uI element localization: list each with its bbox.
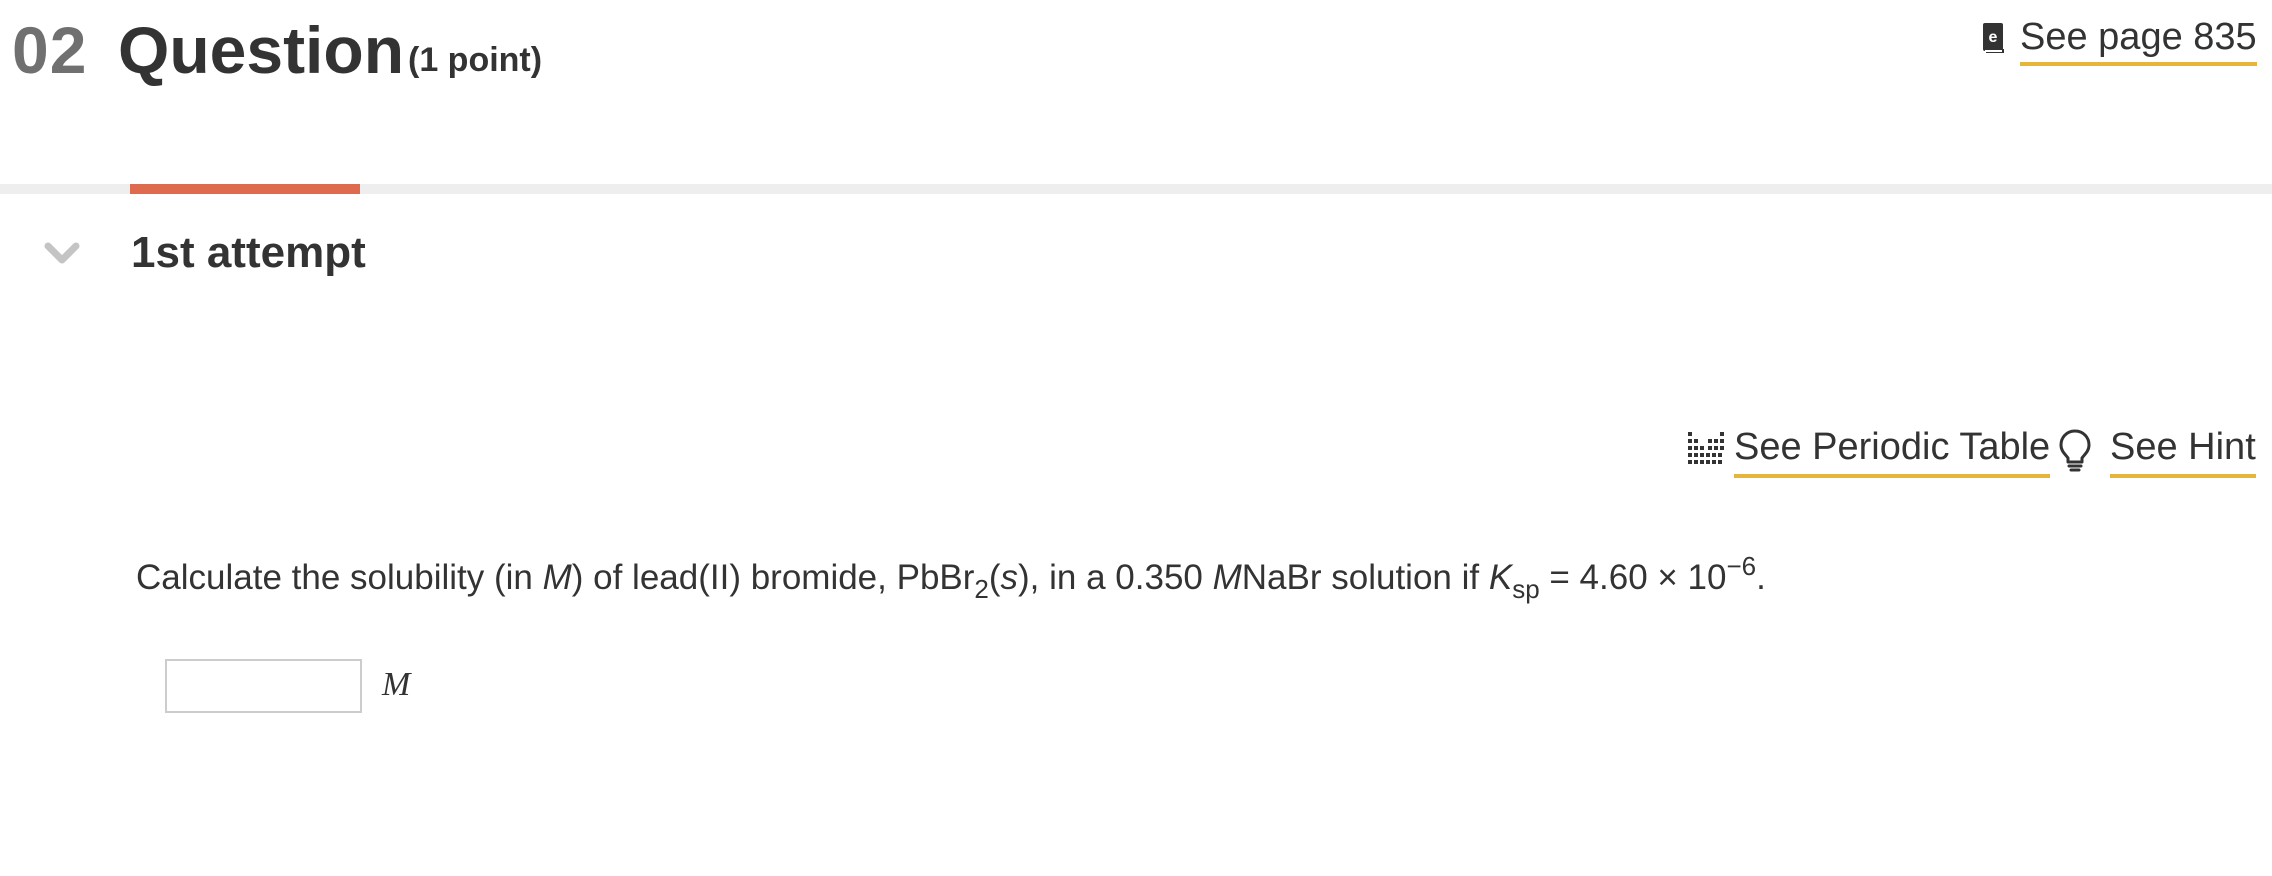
attempt-tab-active-indicator[interactable]: [130, 184, 360, 194]
question-prompt: Calculate the solubility (in M) of lead(…: [136, 551, 1766, 604]
answer-input[interactable]: [165, 659, 362, 713]
attempt-label: 1st attempt: [131, 228, 366, 277]
see-hint-label: See Hint: [2110, 424, 2256, 478]
lightbulb-icon: [2059, 429, 2091, 472]
question-number: 02: [12, 13, 88, 87]
see-hint-link[interactable]: See Hint: [2058, 424, 2256, 478]
see-page-label: See page 835: [2020, 14, 2257, 66]
see-periodic-table-link[interactable]: See Periodic Table: [1686, 424, 2051, 478]
see-periodic-table-label: See Periodic Table: [1734, 424, 2051, 478]
question-title: Question: [118, 13, 405, 87]
svg-text:e: e: [1989, 29, 1998, 46]
question-points: (1 point): [408, 41, 543, 79]
ebook-icon: e: [1983, 23, 2004, 53]
see-page-link[interactable]: e See page 835: [1982, 14, 2257, 70]
periodic-table-icon: [1688, 432, 1724, 464]
chevron-down-icon[interactable]: [44, 240, 80, 268]
answer-unit: M: [382, 666, 411, 703]
